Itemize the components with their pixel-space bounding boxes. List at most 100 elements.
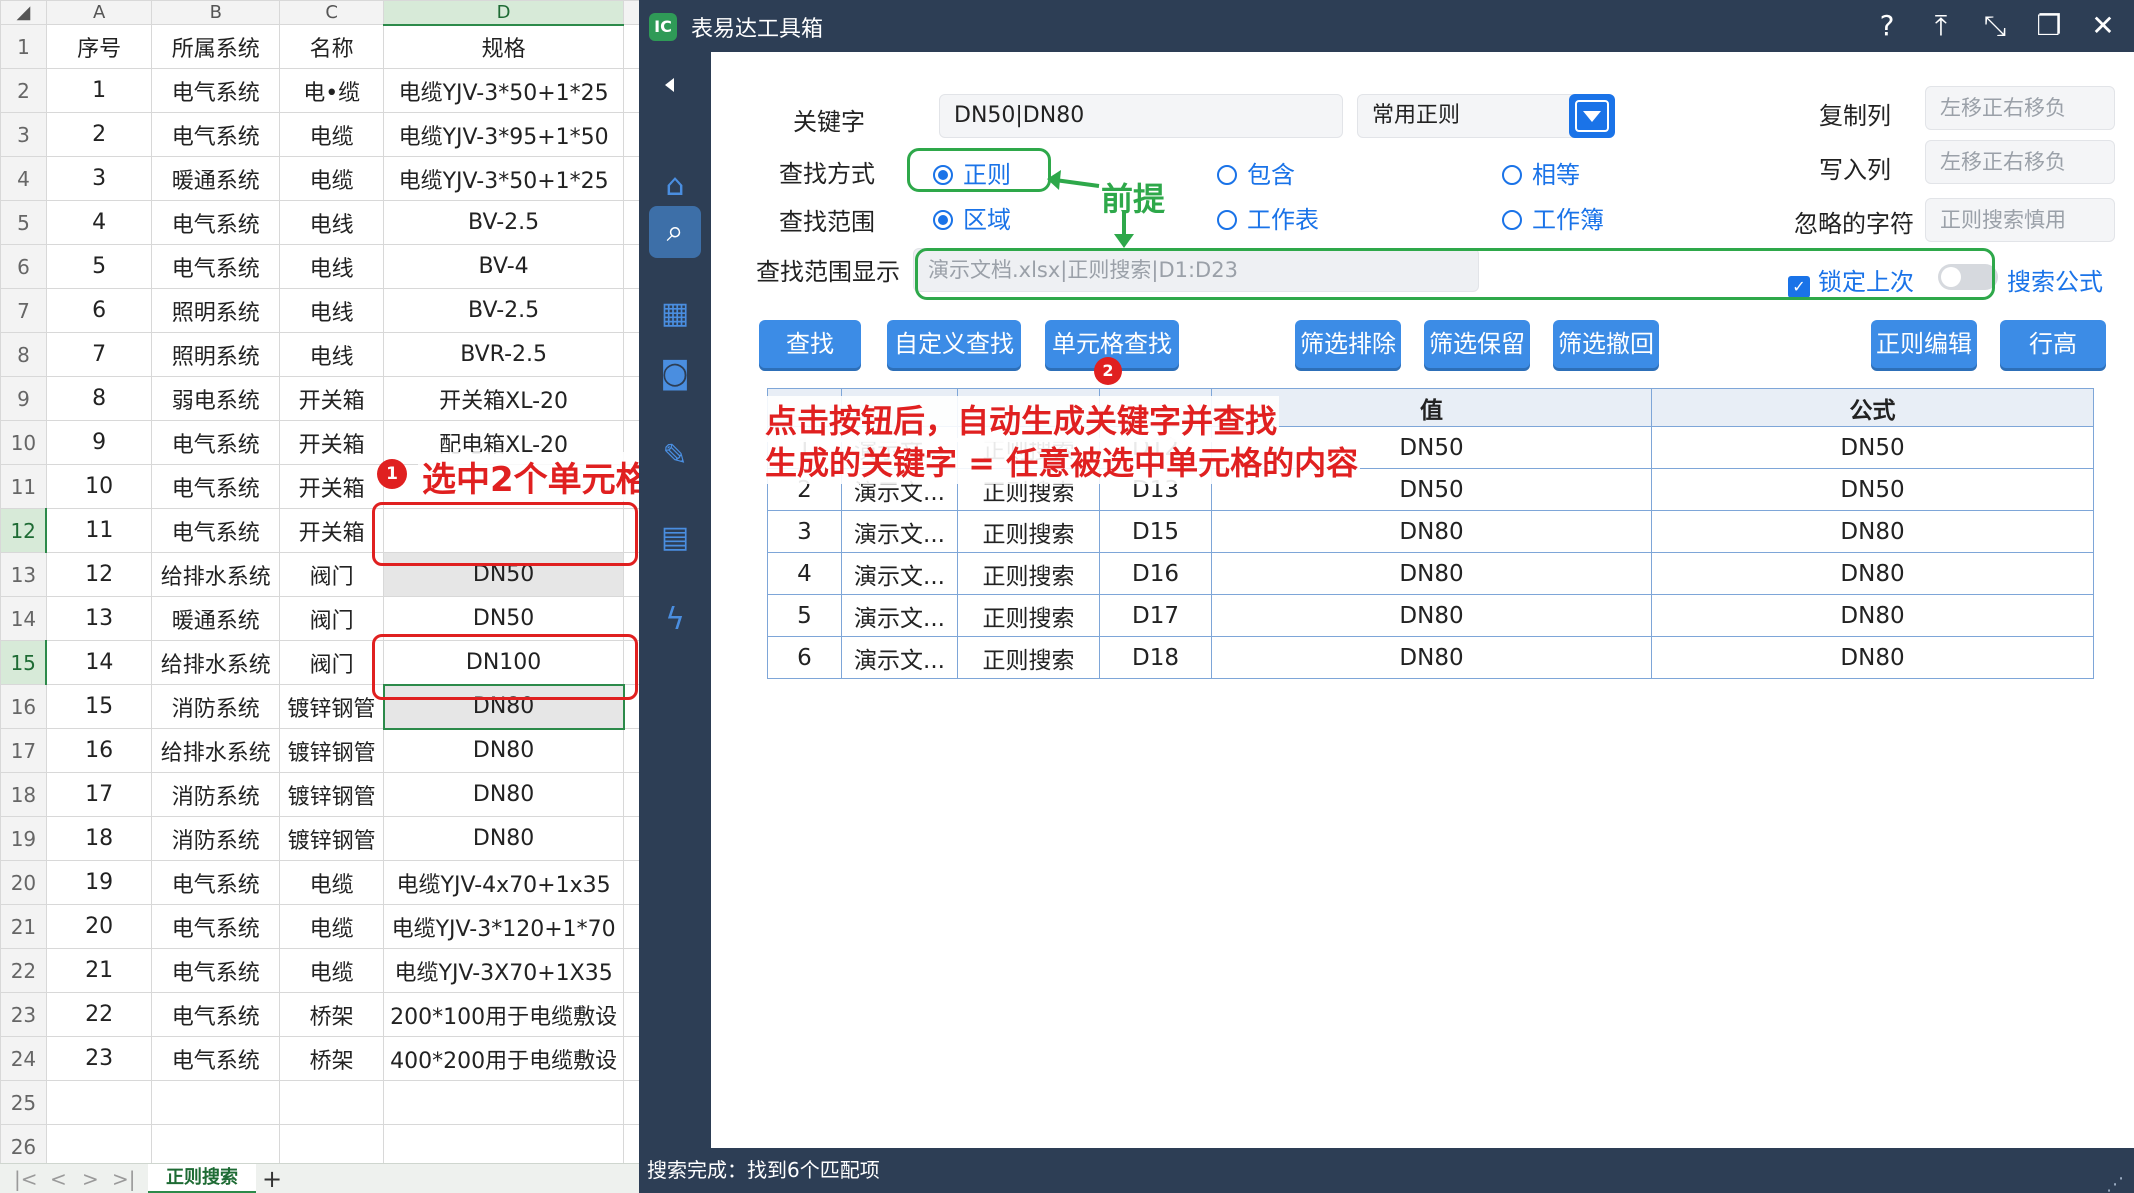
results-row[interactable]: 6 演示文... 正则搜索 D18 DN80 DN80 [767, 636, 2094, 679]
sheet-cell[interactable]: 22 [45, 992, 153, 1037]
regex-preset-select[interactable]: 常用正则 [1357, 94, 1581, 138]
sheet-cell[interactable]: 18 [45, 816, 153, 861]
sheet-cell[interactable]: 电缆 [279, 112, 385, 157]
column-header-a[interactable]: A [45, 0, 153, 25]
find-button[interactable]: 查找 [759, 320, 861, 368]
sheet-cell[interactable]: 电缆 [279, 904, 385, 949]
sheet-cell[interactable]: 电气系统 [151, 948, 281, 993]
results-row[interactable]: 4 演示文... 正则搜索 D16 DN80 DN80 [767, 552, 2094, 595]
sheet-cell[interactable]: 电缆YJV-4x70+1x35 [383, 860, 625, 905]
sheet-cell[interactable]: 开关箱XL-20 [383, 376, 625, 421]
sheet-cell[interactable] [151, 1124, 281, 1169]
row-header[interactable]: 9 [0, 376, 47, 421]
sheet-cell[interactable] [279, 1080, 385, 1125]
shrink-icon[interactable]: ⤡ [1975, 6, 2015, 46]
sheet-cell[interactable]: 开关箱 [279, 376, 385, 421]
sheet-cell[interactable]: 电气系统 [151, 420, 281, 465]
sheet-cell[interactable]: 序号 [45, 24, 153, 69]
sheet-cell[interactable]: 阀门 [279, 552, 385, 597]
sheet-cell[interactable]: 20 [45, 904, 153, 949]
sheet-cell[interactable]: 400*200用于电缆敷设 [383, 1036, 625, 1081]
sheet-cell[interactable] [279, 1124, 385, 1169]
sheet-cell[interactable]: 3 [45, 156, 153, 201]
keyword-input[interactable]: DN50|DN80 [939, 94, 1343, 138]
row-header[interactable]: 25 [0, 1080, 47, 1125]
sheet-tab-regex-search[interactable]: 正则搜索 [148, 1164, 256, 1193]
row-header[interactable]: 21 [0, 904, 47, 949]
sheet-cell[interactable]: 8 [45, 376, 153, 421]
regex-preset-dropdown-button[interactable] [1569, 94, 1615, 138]
row-header[interactable]: 17 [0, 728, 47, 773]
sheet-cell[interactable]: 电线 [279, 200, 385, 245]
row-header[interactable]: 1 [0, 24, 47, 69]
sheet-cell[interactable] [45, 1080, 153, 1125]
row-header[interactable]: 2 [0, 68, 47, 113]
scope-worksheet-radio[interactable]: 工作表 [1217, 200, 1319, 235]
sheet-cell[interactable]: 9 [45, 420, 153, 465]
sheet-cell[interactable]: 电缆YJV-3*50+1*25 [383, 68, 625, 113]
last-sheet-icon[interactable]: >| [112, 1167, 136, 1191]
sheet-cell[interactable]: 19 [45, 860, 153, 905]
sheet-cell[interactable]: 电气系统 [151, 904, 281, 949]
sheet-cell[interactable]: 电缆 [279, 860, 385, 905]
sheet-cell[interactable]: 电气系统 [151, 860, 281, 905]
sheet-cell[interactable] [151, 1080, 281, 1125]
sheet-cell[interactable]: 1 [45, 68, 153, 113]
sheet-cell[interactable]: 电气系统 [151, 464, 281, 509]
sheet-cell[interactable]: 名称 [279, 24, 385, 69]
sheet-cell[interactable]: 阀门 [279, 596, 385, 641]
add-sheet-button[interactable]: + [262, 1165, 282, 1193]
sheet-cell[interactable]: BV-4 [383, 244, 625, 289]
sheet-cell[interactable]: 电气系统 [151, 112, 281, 157]
sheet-cell[interactable]: 15 [45, 684, 153, 729]
mode-equals-radio[interactable]: 相等 [1502, 155, 1580, 190]
sheet-cell[interactable] [45, 1124, 153, 1169]
sheet-cell[interactable]: 电气系统 [151, 244, 281, 289]
row-header[interactable]: 3 [0, 112, 47, 157]
sheet-cell[interactable]: 11 [45, 508, 153, 553]
row-header[interactable]: 7 [0, 288, 47, 333]
column-header-c[interactable]: C [279, 0, 385, 25]
sheet-cell[interactable]: 消防系统 [151, 816, 281, 861]
sheet-cell[interactable]: 开关箱 [279, 420, 385, 465]
sheet-cell[interactable]: 200*100用于电缆敷设 [383, 992, 625, 1037]
results-column-header[interactable]: 公式 [1651, 388, 2094, 427]
restore-icon[interactable]: ❐ [2029, 6, 2069, 46]
sheet-cell[interactable]: 弱电系统 [151, 376, 281, 421]
sheet-cell[interactable]: 电线 [279, 288, 385, 333]
sheet-cell[interactable]: BV-2.5 [383, 200, 625, 245]
pin-top-icon[interactable]: ⤒ [1921, 6, 1961, 46]
sheet-cell[interactable]: 所属系统 [151, 24, 281, 69]
sheet-cell[interactable]: 2 [45, 112, 153, 157]
copy-column-input[interactable]: 左移正右移负 [1925, 86, 2115, 130]
row-header[interactable]: 13 [0, 552, 47, 597]
row-header[interactable]: 14 [0, 596, 47, 641]
sheet-cell[interactable]: 电缆 [279, 156, 385, 201]
close-icon[interactable]: ✕ [2083, 6, 2123, 46]
sheet-cell[interactable]: 电缆YJV-3*50+1*25 [383, 156, 625, 201]
sheet-cell[interactable]: 照明系统 [151, 332, 281, 377]
mode-contains-radio[interactable]: 包含 [1217, 155, 1295, 190]
row-header[interactable]: 24 [0, 1036, 47, 1081]
sheet-cell[interactable]: 5 [45, 244, 153, 289]
row-header[interactable]: 4 [0, 156, 47, 201]
sheet-cell[interactable]: 给排水系统 [151, 640, 281, 685]
custom-find-button[interactable]: 自定义查找 [887, 320, 1021, 368]
column-header-d[interactable]: D [383, 0, 625, 26]
resize-grip-icon[interactable]: ⋰ [2106, 1162, 2124, 1193]
row-header[interactable]: 5 [0, 200, 47, 245]
first-sheet-icon[interactable]: |< [14, 1167, 38, 1191]
sheet-cell[interactable] [383, 1124, 625, 1169]
sheet-cell[interactable]: 镀锌钢管 [279, 772, 385, 817]
scope-range-radio[interactable]: 区域 [933, 200, 1011, 235]
row-header[interactable]: 26 [0, 1124, 47, 1169]
sheet-cell[interactable]: 电线 [279, 332, 385, 377]
sheet-cell[interactable]: 暖通系统 [151, 596, 281, 641]
sheet-cell[interactable] [383, 1080, 625, 1125]
sheet-cell[interactable]: 电缆 [279, 948, 385, 993]
regex-edit-button[interactable]: 正则编辑 [1871, 320, 1977, 368]
sheet-cell[interactable]: DN80 [383, 772, 625, 817]
sheet-cell[interactable]: 14 [45, 640, 153, 685]
sheet-cell[interactable]: 电缆YJV-3X70+1X35 [383, 948, 625, 993]
row-header[interactable]: 15 [0, 640, 48, 685]
